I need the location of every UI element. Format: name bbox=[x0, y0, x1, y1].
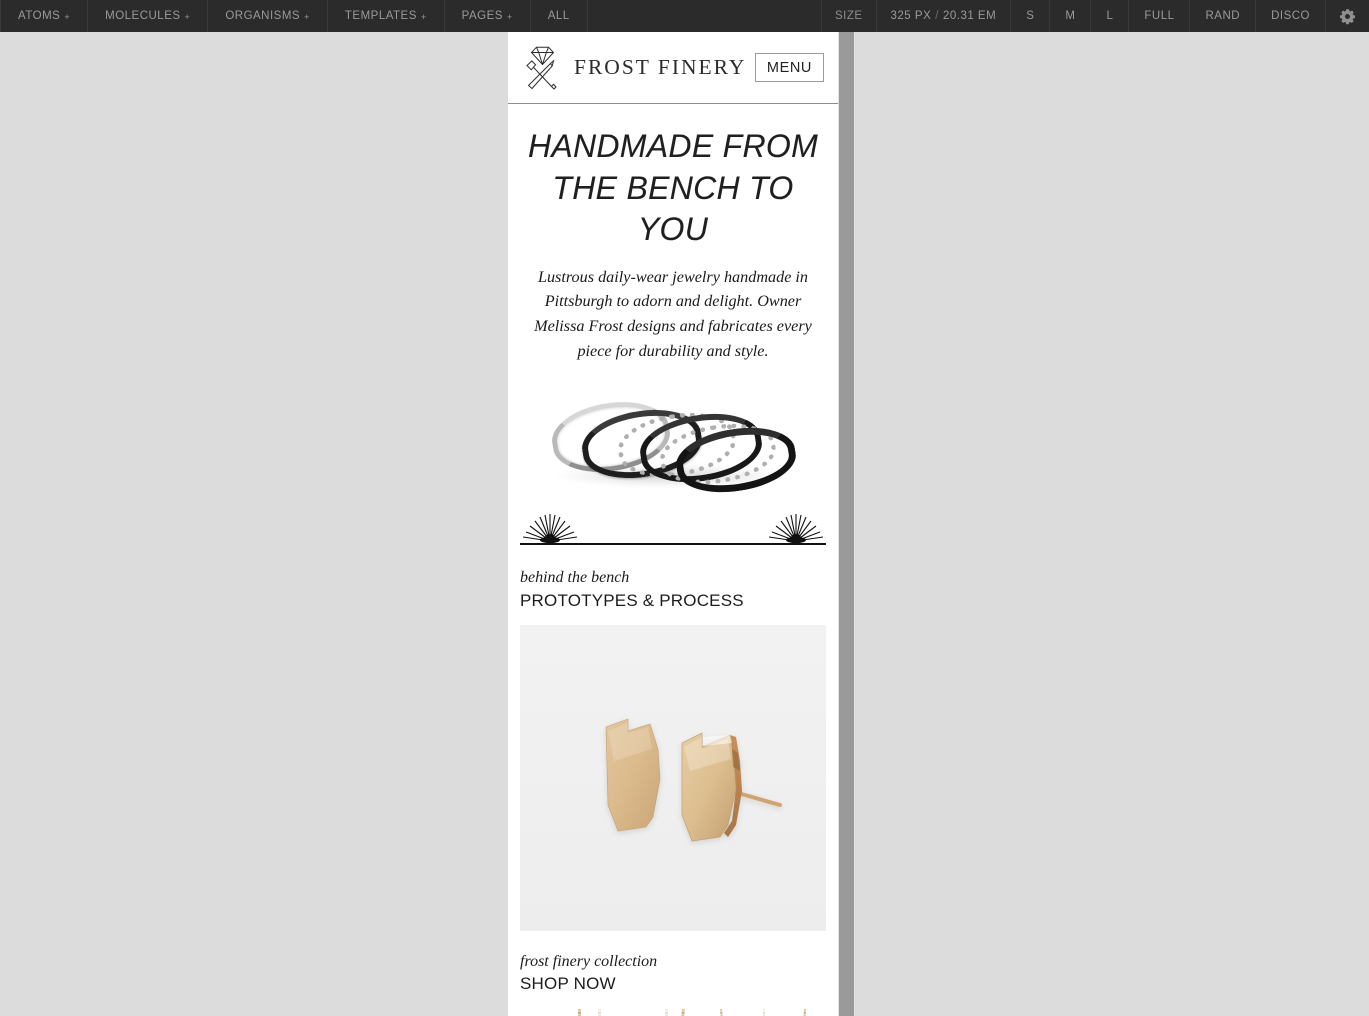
size-button-full-label: FULL bbox=[1144, 10, 1175, 22]
gold-chain-necklaces-photo bbox=[520, 1008, 826, 1016]
chevron-plus-icon: + bbox=[184, 12, 191, 22]
nav-item-all-label: ALL bbox=[547, 10, 570, 22]
sunburst-ornament-right bbox=[766, 513, 826, 544]
settings-button[interactable] bbox=[1325, 0, 1369, 32]
hero-description: Lustrous daily-wear jewelry handmade in … bbox=[534, 267, 812, 360]
page-background-left bbox=[0, 32, 500, 1016]
chain-strand bbox=[763, 1008, 765, 1016]
chevron-plus-icon: + bbox=[64, 12, 71, 22]
chain-strand bbox=[578, 1008, 581, 1016]
promo-shop-now[interactable]: frost finery collection SHOP NOW bbox=[508, 931, 838, 1016]
nav-item-organisms-label: ORGANISMS bbox=[225, 10, 301, 22]
chevron-plus-icon: + bbox=[506, 12, 513, 22]
menu-button[interactable]: MENU bbox=[754, 52, 824, 83]
site-header: FROST FINERY MENU bbox=[508, 32, 838, 103]
size-px-value: 325 PX bbox=[890, 10, 932, 22]
sunburst-divider bbox=[520, 513, 826, 547]
size-button-disco-label: DISCO bbox=[1271, 10, 1310, 22]
chain-strand bbox=[669, 1008, 685, 1016]
size-separator: / bbox=[935, 10, 939, 22]
viewport-scrollbar-thumb[interactable] bbox=[839, 32, 854, 1016]
size-button-large-label: L bbox=[1106, 10, 1114, 22]
page-title: HANDMADE FROM THE BENCH TO YOU bbox=[527, 128, 819, 248]
pattern-viewport-iframe: FROST FINERY MENU HANDMADE FROM THE BENC… bbox=[508, 32, 838, 1016]
earring-back bbox=[598, 709, 680, 839]
size-button-small[interactable]: S bbox=[1010, 0, 1049, 32]
chain-strand bbox=[665, 1008, 668, 1016]
pennsylvania-stud-earrings-photo bbox=[520, 625, 826, 932]
nav-item-molecules[interactable]: MOLECULES + bbox=[88, 0, 209, 32]
promo-prototypes-title: PROTOTYPES & PROCESS bbox=[520, 590, 744, 610]
stacked-rings-photo bbox=[508, 391, 838, 502]
size-button-small-label: S bbox=[1026, 10, 1035, 22]
promo-shop-now-eyebrow: frost finery collection bbox=[520, 953, 658, 971]
promo-shop-now-title: SHOP NOW bbox=[520, 974, 616, 994]
page-background-right bbox=[855, 32, 1369, 1016]
viewport-resize-handle-left[interactable] bbox=[500, 32, 508, 1016]
size-button-large[interactable]: L bbox=[1090, 0, 1128, 32]
pattern-lab-toolbar: ATOMS + MOLECULES + ORGANISMS + TEMPLATES + … bbox=[0, 0, 1369, 32]
size-button-random-label: RAND bbox=[1205, 10, 1241, 22]
nav-item-pages[interactable]: PAGES + bbox=[445, 0, 531, 32]
chain-strand bbox=[720, 1008, 733, 1016]
chain-strand bbox=[598, 1008, 601, 1016]
nav-item-atoms-label: ATOMS bbox=[18, 10, 61, 22]
size-em-value: 20.31 EM bbox=[942, 10, 997, 22]
pattern-type-nav: ATOMS + MOLECULES + ORGANISMS + TEMPLATES + … bbox=[0, 0, 588, 32]
sunburst-ornament-left bbox=[520, 513, 580, 544]
nav-item-organisms[interactable]: ORGANISMS + bbox=[208, 0, 328, 32]
size-readout[interactable]: 325 PX/20.31 EM bbox=[875, 0, 1011, 32]
size-button-full[interactable]: FULL bbox=[1128, 0, 1189, 32]
nav-item-templates-label: TEMPLATES bbox=[344, 10, 417, 22]
promo-prototypes-eyebrow: behind the bench bbox=[520, 569, 630, 587]
chevron-plus-icon: + bbox=[304, 12, 310, 22]
earring-front bbox=[676, 723, 786, 853]
nav-item-molecules-label: MOLECULES bbox=[105, 10, 181, 22]
promo-prototypes[interactable]: behind the bench PROTOTYPES & PROCESS bbox=[508, 547, 838, 932]
nav-item-all[interactable]: ALL bbox=[531, 0, 588, 32]
size-button-random[interactable]: RAND bbox=[1189, 0, 1255, 32]
hero-section: HANDMADE FROM THE BENCH TO YOU Lustrous … bbox=[508, 104, 838, 363]
size-button-disco[interactable]: DISCO bbox=[1255, 0, 1325, 32]
viewport-scrollbar-track[interactable] bbox=[838, 32, 855, 1016]
diamond-hammer-chisel-logo-icon[interactable] bbox=[518, 43, 566, 93]
gear-icon bbox=[1339, 8, 1356, 25]
chain-strand bbox=[797, 1008, 806, 1016]
nav-item-templates[interactable]: TEMPLATES + bbox=[328, 0, 445, 32]
size-label-text: SIZE bbox=[834, 10, 863, 22]
chevron-plus-icon: + bbox=[420, 12, 427, 22]
size-button-medium-label: M bbox=[1065, 10, 1076, 22]
nav-item-pages-label: PAGES bbox=[461, 10, 503, 22]
divider-rule bbox=[520, 543, 826, 546]
size-label: SIZE bbox=[820, 0, 876, 32]
viewport-size-controls: SIZE 325 PX/20.31 EM S M L FULL RAND DIS… bbox=[820, 0, 1369, 32]
size-button-medium[interactable]: M bbox=[1049, 0, 1090, 32]
nav-item-atoms[interactable]: ATOMS + bbox=[0, 0, 89, 32]
brand-wordmark[interactable]: FROST FINERY bbox=[574, 55, 746, 80]
pattern-viewport-wrapper: FROST FINERY MENU HANDMADE FROM THE BENC… bbox=[508, 32, 855, 1016]
